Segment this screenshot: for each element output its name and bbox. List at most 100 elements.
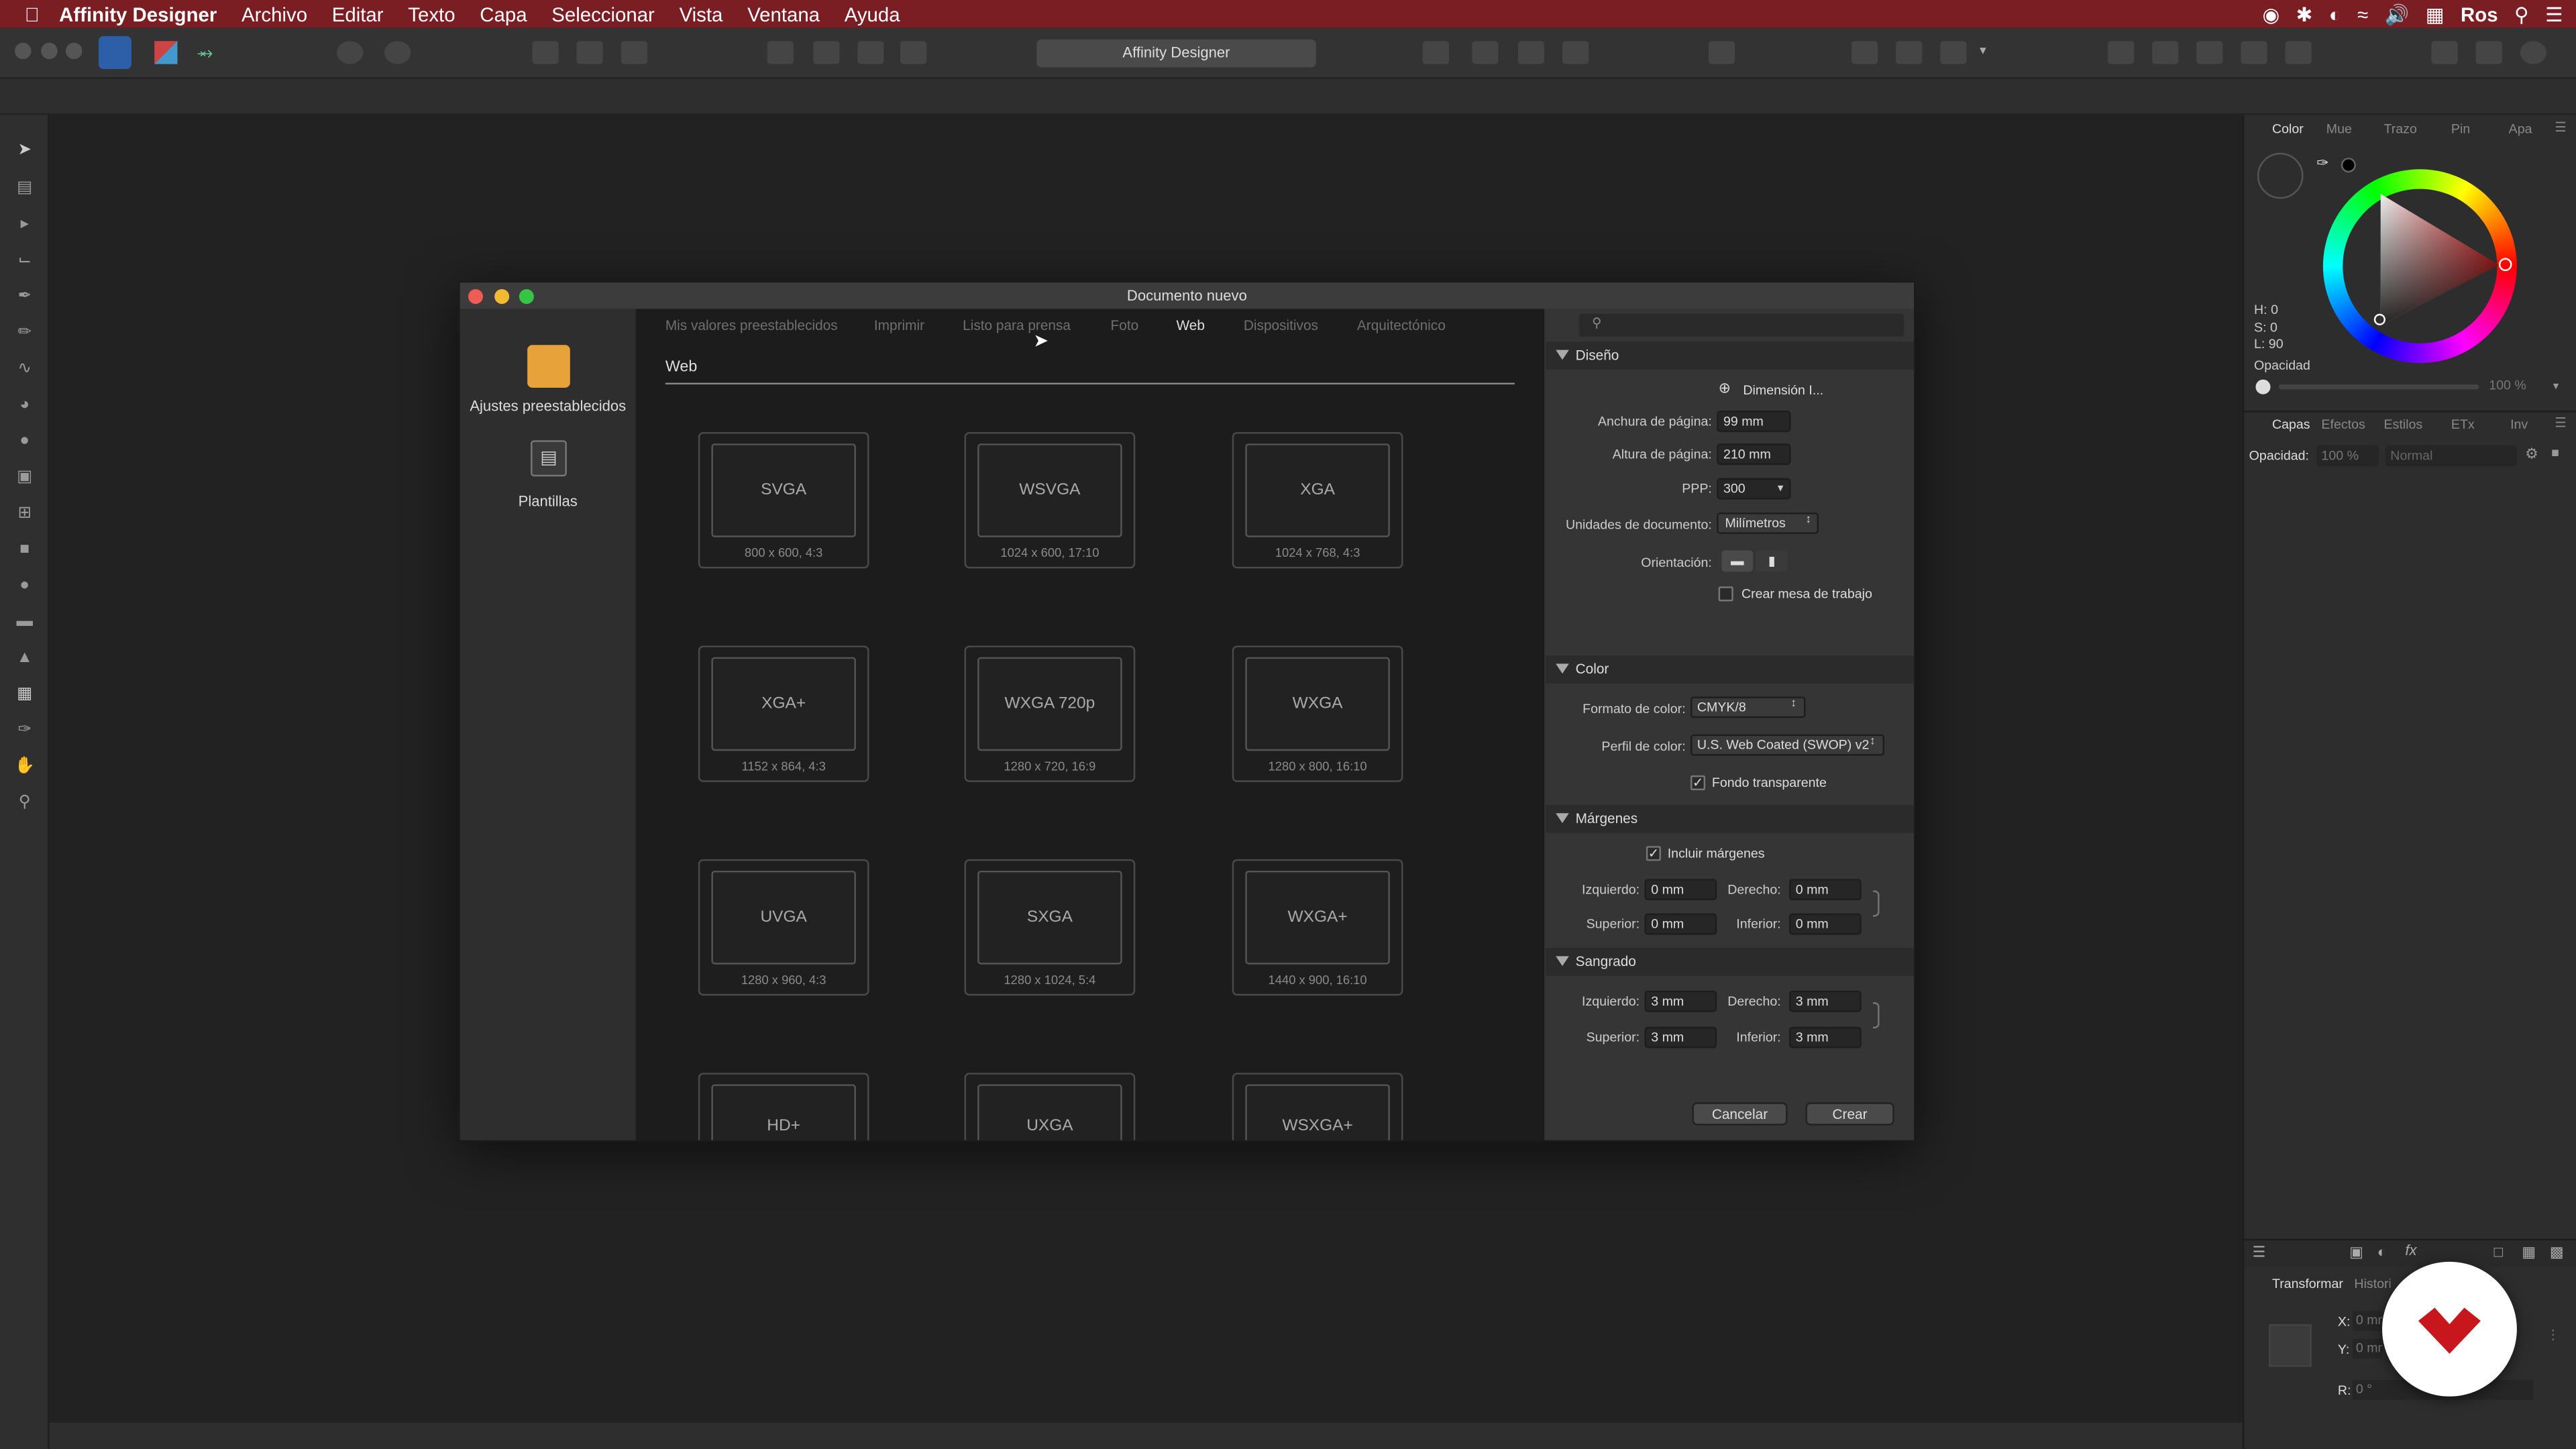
margin-top-field[interactable]: 0 mm [1644,913,1717,935]
link-margins-icon[interactable] [1872,890,1880,917]
toolbar-icon-2[interactable] [384,41,411,64]
layer-opacity-field[interactable]: 100 % [2316,445,2379,467]
user-name[interactable]: Ros [2461,3,2498,25]
add-layer-icon[interactable]: □ [2494,1244,2503,1260]
tab-web[interactable]: Web [1176,317,1204,333]
dialog-close-button[interactable] [468,289,484,305]
width-field[interactable]: 99 mm [1717,411,1791,433]
units-select[interactable]: Milímetros [1717,513,1819,534]
toolbar-icon-23[interactable] [2431,41,2458,64]
vector-brush-icon[interactable]: ∿ [13,358,36,378]
menu-app-name[interactable]: Affinity Designer [59,3,217,25]
toolbar-icon-22[interactable] [2285,41,2312,64]
anchor-selector[interactable] [2269,1324,2312,1367]
move-tool-icon[interactable]: ➤ [13,140,36,159]
tab-appearance[interactable]: Apa [2509,121,2532,136]
margin-bottom-field[interactable]: 0 mm [1788,913,1862,935]
toolbar-icon-16[interactable] [1896,41,1923,64]
tab-press-ready[interactable]: Listo para prensa [963,317,1071,333]
group-icon[interactable]: ▦ [2522,1244,2536,1262]
lock-icon[interactable]: ■ [2551,445,2559,460]
designer-persona-icon[interactable] [98,36,131,69]
toolbar-icon-21[interactable] [2241,41,2267,64]
preset-card[interactable]: UXGA [964,1073,1136,1140]
height-field[interactable]: 210 mm [1717,443,1791,466]
record-icon[interactable]: ◉ [2262,3,2279,25]
tab-styles[interactable]: Estilos [2383,417,2422,432]
corner-tool-icon[interactable]: ⌙ [13,250,36,269]
hand-tool-icon[interactable]: ✋ [13,756,36,775]
toolbar-icon-13[interactable] [1562,41,1589,64]
tab-color[interactable]: Color [2272,121,2304,136]
sidebar-item-templates[interactable]: ▤ Plantillas [460,437,636,513]
menu-texto[interactable]: Texto [408,3,455,25]
menu-editar[interactable]: Editar [332,3,384,25]
toolbar-icon-9[interactable] [900,41,927,64]
bleed-right-field[interactable]: 3 mm [1788,990,1862,1012]
pixel-persona-icon[interactable] [154,41,178,64]
toolbar-icon-12[interactable] [1517,41,1545,64]
bleed-bottom-field[interactable]: 3 mm [1788,1026,1862,1049]
dialog-zoom-button[interactable] [519,289,534,305]
bluetooth-icon[interactable]: ✱ [2296,3,2313,25]
mask-icon[interactable]: ▣ [2349,1244,2363,1262]
tab-brushes[interactable]: Pin [2451,121,2470,136]
toolbar-icon-7[interactable] [813,41,840,64]
triangle-tool-icon[interactable]: ▲ [13,647,36,667]
color-picker-icon[interactable]: ✑ [13,720,36,739]
fill-stroke-swatch[interactable] [2257,152,2304,199]
artboard-checkbox[interactable] [1718,586,1733,602]
opacity-slider-handle[interactable] [2255,379,2271,394]
window-minimize-button[interactable] [41,42,58,60]
transparency-tool-icon[interactable]: ● [13,431,36,450]
opacity-field[interactable]: 100 % [2489,378,2546,396]
apple-icon[interactable]:  [25,3,40,25]
tab-effects[interactable]: Efectos [2321,417,2365,432]
bleed-top-field[interactable]: 3 mm [1644,1026,1717,1049]
color-profile-select[interactable]: U.S. Web Coated (SWOP) v2 [1690,734,1885,756]
preset-card[interactable]: WXGA+ 1440 x 900, 16:10 [1232,859,1403,996]
preset-card[interactable]: WXGA 720p 1280 x 720, 16:9 [964,645,1136,782]
dimension-button[interactable]: Dimensión I... [1743,383,1823,398]
toolbar-icon-5[interactable] [621,41,647,64]
preset-card[interactable]: WXGA 1280 x 800, 16:10 [1232,645,1403,782]
pencil-tool-icon[interactable]: ✏ [13,322,36,341]
ellipse-tool-icon[interactable]: ● [13,575,36,594]
preset-card[interactable]: SXGA 1280 x 1024, 5:4 [964,859,1136,996]
search-input[interactable] [1578,313,1904,337]
toolbar-icon-6[interactable] [767,41,794,64]
margin-left-field[interactable]: 0 mm [1644,879,1717,901]
layers-stack-icon[interactable]: ☰ [2253,1244,2266,1262]
landscape-orientation-icon[interactable]: ▬ [1721,550,1754,572]
window-zoom-button[interactable] [65,42,83,60]
rounded-rect-tool-icon[interactable]: ▬ [13,611,36,631]
node-tool-icon[interactable]: ▸ [13,213,36,233]
rectangle-tool-icon[interactable]: ■ [13,539,36,558]
tab-swatches[interactable]: Mue [2326,121,2352,136]
toolbar-icon-15[interactable] [1851,41,1878,64]
chevron-down-icon[interactable]: ▾ [1980,43,1986,58]
preset-card[interactable]: XGA 1024 x 768, 4:3 [1232,432,1403,569]
tab-my-presets[interactable]: Mis valores preestablecidos [665,317,838,333]
display-icon[interactable]: ◐ [2329,3,2341,25]
wifi-icon[interactable]: ≈ [2357,3,2368,25]
toolbar-icon-11[interactable] [1472,41,1499,64]
tab-architectural[interactable]: Arquitectónico [1357,317,1446,333]
section-color[interactable]: Color [1546,655,1915,684]
toolbar-icon-4[interactable] [576,41,603,64]
crop-tool-icon[interactable]: ⊞ [13,502,36,522]
menu-ventana[interactable]: Ventana [747,3,820,25]
panel-menu-icon[interactable]: ☰ [2555,120,2567,135]
gear-icon[interactable]: ⚙ [2525,445,2538,464]
menu-archivo[interactable]: Archivo [241,3,307,25]
current-color-swatch[interactable] [2341,158,2356,173]
preset-card[interactable]: WSXGA+ [1232,1073,1403,1140]
create-button[interactable]: Crear [1805,1102,1894,1126]
toolbar-icon-8[interactable] [857,41,884,64]
menu-ayuda[interactable]: Ayuda [845,3,900,25]
bleed-left-field[interactable]: 3 mm [1644,990,1717,1012]
spotlight-search-icon[interactable]: ⚲ [2514,3,2529,25]
tab-photo[interactable]: Foto [1111,317,1139,333]
link-bleed-icon[interactable] [1872,1002,1880,1029]
margin-right-field[interactable]: 0 mm [1788,879,1862,901]
